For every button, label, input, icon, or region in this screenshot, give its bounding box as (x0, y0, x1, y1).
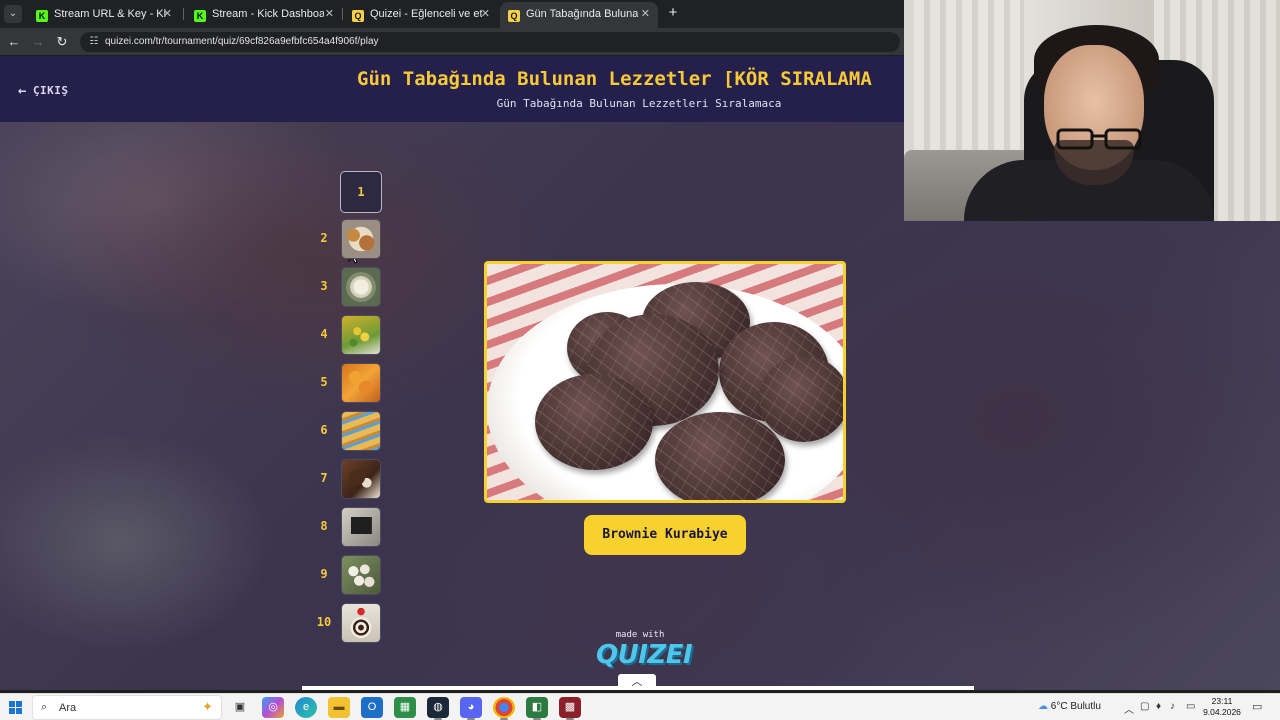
file-explorer-icon[interactable]: ▬ (328, 697, 350, 718)
close-tab-icon[interactable]: ✕ (325, 2, 334, 26)
empty-slot[interactable]: 1 (340, 171, 382, 213)
browser-tab-quizei-home[interactable]: QQuizei - Eğlenceli ve etkileşimli ✕ (344, 2, 498, 28)
notification-icon[interactable]: ▭ (1252, 700, 1262, 713)
close-tab-icon[interactable]: ✕ (481, 2, 490, 26)
chevron-up-icon[interactable]: ︿ (1124, 701, 1134, 716)
tray-app-icon[interactable]: ▢ (1140, 701, 1149, 712)
edge-icon[interactable]: e (295, 697, 317, 718)
food-thumbnail[interactable] (341, 459, 381, 499)
rank-number: 7 (320, 471, 328, 485)
cloud-icon: ☁ (1038, 701, 1048, 712)
steam-icon[interactable]: ◍ (427, 697, 449, 720)
food-thumbnail[interactable] (341, 315, 381, 355)
windows-start-icon[interactable] (9, 701, 22, 714)
rank-number: 3 (320, 279, 328, 293)
browser-tab-active-quiz[interactable]: QGün Tabağında Bulunan Lezzetl ✕ (500, 2, 658, 28)
food-thumbnail[interactable] (341, 507, 381, 547)
volume-icon[interactable]: ♪ (1170, 701, 1175, 712)
rank-number: 9 (320, 567, 328, 581)
app-icon[interactable]: ◧ (526, 697, 548, 720)
kick-icon: K (194, 10, 206, 22)
discord-icon[interactable]: ◕ (460, 697, 482, 720)
quizei-icon: Q (508, 10, 520, 22)
task-view-icon[interactable]: ▣ (229, 697, 251, 718)
url-text[interactable]: quizei.com/tr/tournament/quiz/69cf826a9e… (105, 32, 379, 52)
webcam-overlay (904, 0, 1280, 221)
browser-tab-kick-dashboard[interactable]: K Stream - Kick Dashboard ✕ (186, 2, 342, 28)
search-icon: ⌕ (41, 701, 48, 713)
rank-number: 8 (320, 519, 328, 533)
current-item-name: Brownie Kurabiye (584, 515, 746, 555)
rank-slot-9[interactable]: 9 (312, 555, 384, 597)
cookie (655, 412, 785, 500)
close-tab-icon[interactable]: ✕ (163, 2, 172, 26)
outlook-icon[interactable]: O (361, 697, 383, 718)
rank-number: 10 (316, 615, 332, 629)
obs-icon[interactable]: ▩ (559, 697, 581, 720)
site-info-icon[interactable]: ☷ (87, 35, 101, 49)
chrome-icon[interactable] (493, 697, 515, 720)
microphone-icon[interactable]: ♦ (1156, 701, 1161, 712)
weather-widget[interactable]: ☁ 6°C Bulutlu (1038, 701, 1101, 712)
food-thumbnail[interactable] (341, 363, 381, 403)
food-thumbnail[interactable] (341, 555, 381, 595)
made-with-text: made with (615, 630, 665, 640)
food-thumbnail[interactable] (341, 219, 381, 259)
food-thumbnail[interactable] (341, 267, 381, 307)
quizei-logo[interactable]: QUIZEI (596, 640, 693, 670)
network-icon[interactable]: ▭ (1186, 701, 1195, 712)
windows-taskbar: ⌕ Ara ✦ ▣ ◎ e ▬ O ▦ ◍ ◕ ◧ ▩ ☁ 6°C Bulutl… (0, 693, 1280, 720)
rank-number: 6 (320, 423, 328, 437)
tab-search-icon[interactable]: ⌄ (4, 5, 22, 23)
taskbar-search[interactable]: ⌕ Ara ✦ (32, 695, 222, 720)
new-tab-icon[interactable]: + (664, 4, 682, 22)
forward-icon[interactable]: → (29, 33, 47, 51)
quizei-icon: Q (352, 10, 364, 22)
rank-slot-7[interactable]: 7 (312, 459, 384, 501)
rank-number: 2 (320, 231, 328, 245)
rank-slot-4[interactable]: 4 (312, 315, 384, 357)
rank-slot-2[interactable]: 2 (312, 219, 384, 261)
cookie (535, 374, 653, 470)
food-thumbnail[interactable] (341, 603, 381, 643)
quiz-title: Gün Tabağında Bulunan Lezzetler [KÖR SIR… (357, 68, 872, 90)
copilot-icon[interactable]: ◎ (262, 697, 284, 718)
chevron-up-icon[interactable]: ︿ (618, 674, 656, 690)
rank-slot-5[interactable]: 5 (312, 363, 384, 405)
glasses-icon (1056, 128, 1142, 150)
kick-icon: K (36, 10, 48, 22)
rank-slot-10[interactable]: 10 (312, 603, 384, 645)
rank-number: 5 (320, 375, 328, 389)
current-item-image[interactable] (484, 261, 846, 503)
reload-icon[interactable]: ↻ (53, 33, 71, 51)
store-icon[interactable]: ▦ (394, 697, 416, 718)
food-thumbnail[interactable] (341, 411, 381, 451)
cookie (759, 356, 843, 442)
search-highlight-icon: ✦ (202, 699, 213, 714)
rank-slot-8[interactable]: 8 (312, 507, 384, 549)
rank-slot-1[interactable]: 1 (312, 171, 384, 213)
system-clock[interactable]: 23:11 9.04.2026 (1200, 696, 1244, 718)
rank-slot-6[interactable]: 6 (312, 411, 384, 453)
address-bar[interactable]: ☷ quizei.com/tr/tournament/quiz/69cf826a… (80, 32, 900, 52)
rank-slot-3[interactable]: 3 (312, 267, 384, 309)
browser-tab-kick-stream-key[interactable]: KStream URL & Key - Kick Dashb ✕ (28, 2, 180, 28)
back-icon[interactable]: ← (5, 33, 23, 51)
close-tab-icon[interactable]: ✕ (641, 2, 650, 26)
rank-number: 4 (320, 327, 328, 341)
